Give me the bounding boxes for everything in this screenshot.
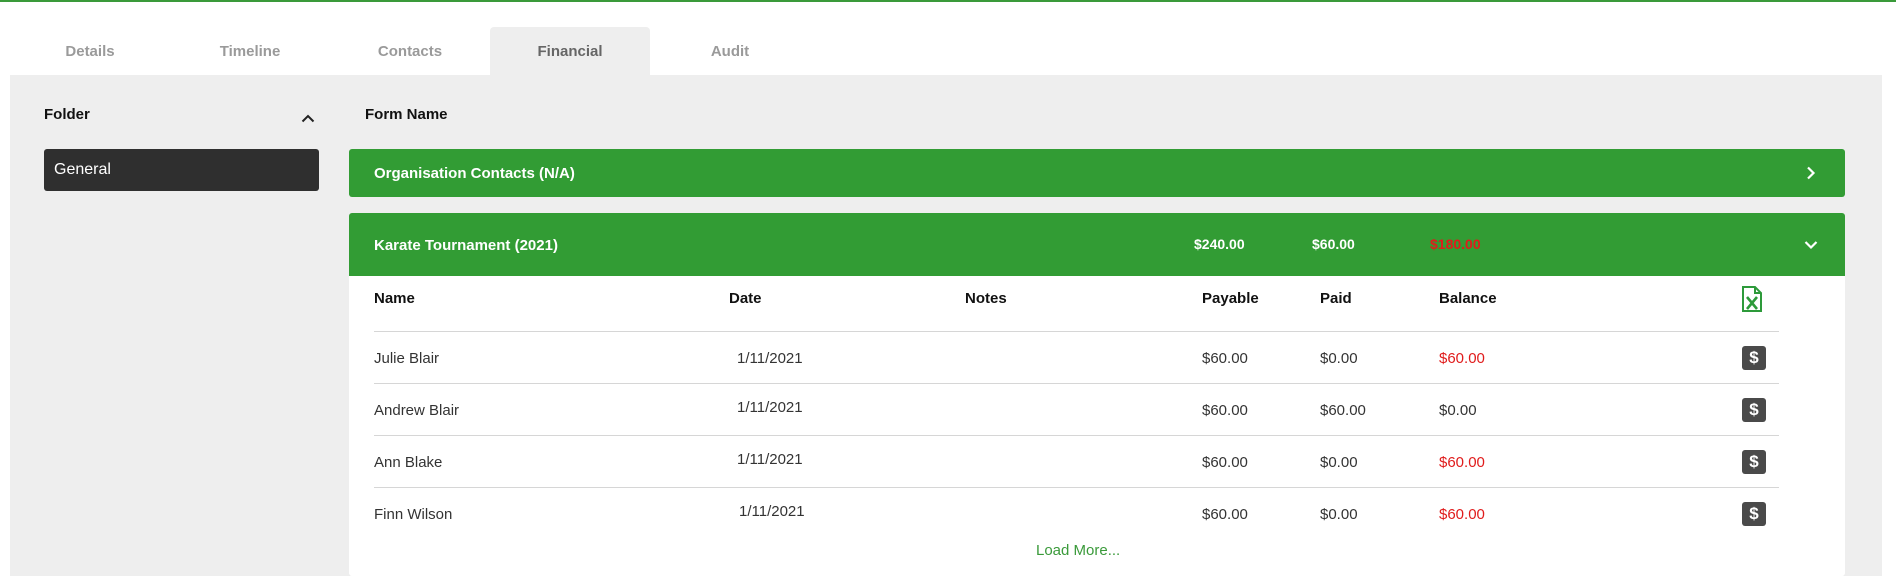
table-row: Ann Blake 1/11/2021 $60.00 $0.00 $60.00 … (349, 436, 1845, 488)
row-paid: $60.00 (1320, 402, 1366, 419)
row-payable: $60.00 (1202, 402, 1248, 419)
row-balance: $60.00 (1439, 506, 1485, 523)
row-date: 1/11/2021 (737, 451, 803, 468)
form-karate-tournament[interactable]: Karate Tournament (2021) $240.00 $60.00 … (349, 213, 1845, 276)
row-payable: $60.00 (1202, 506, 1248, 523)
folder-item-general[interactable]: General (44, 149, 319, 191)
table-row: Julie Blair 1/11/2021 $60.00 $0.00 $60.0… (349, 332, 1845, 384)
row-payable: $60.00 (1202, 454, 1248, 471)
row-date: 1/11/2021 (737, 399, 803, 416)
table-row: Andrew Blair 1/11/2021 $60.00 $60.00 $0.… (349, 384, 1845, 436)
form-total-payable: $240.00 (1194, 236, 1245, 252)
tab-bar: Details Timeline Contacts Financial Audi… (10, 27, 810, 75)
form-total-balance: $180.00 (1430, 236, 1481, 252)
dollar-icon[interactable]: $ (1742, 502, 1766, 526)
column-header-name: Name (374, 290, 415, 307)
folder-item-label: General (54, 161, 111, 178)
row-name: Julie Blair (374, 350, 440, 367)
tab-financial[interactable]: Financial (490, 27, 650, 75)
dollar-icon[interactable]: $ (1742, 450, 1766, 474)
load-more-link[interactable]: Load More... (1036, 542, 1120, 559)
row-date: 1/11/2021 (739, 503, 805, 520)
row-balance: $60.00 (1439, 454, 1485, 471)
chevron-down-icon[interactable] (1801, 235, 1821, 255)
row-date: 1/11/2021 (737, 350, 803, 367)
folder-title: Folder (44, 106, 90, 123)
form-title: Karate Tournament (2021) (374, 237, 558, 254)
row-name: Andrew Blair (374, 402, 460, 419)
row-paid: $0.00 (1320, 506, 1358, 523)
column-header-balance: Balance (1439, 290, 1497, 307)
payments-table: Name Date Notes Payable Paid Balance Jul… (349, 276, 1845, 576)
row-payable: $60.00 (1202, 350, 1248, 367)
column-header-date: Date (729, 290, 762, 307)
table-row: Finn Wilson 1/11/2021 $60.00 $0.00 $60.0… (349, 488, 1845, 540)
folder-header: Folder (44, 106, 318, 130)
row-balance: $60.00 (1439, 350, 1485, 367)
column-header-notes: Notes (965, 290, 1007, 307)
chevron-right-icon[interactable] (1801, 163, 1821, 183)
top-accent-line (0, 0, 1896, 2)
chevron-up-icon[interactable] (298, 108, 318, 128)
row-paid: $0.00 (1320, 454, 1358, 471)
column-header-payable: Payable (1202, 290, 1259, 307)
form-title: Organisation Contacts (N/A) (374, 165, 575, 182)
form-total-paid: $60.00 (1312, 236, 1355, 252)
tab-details[interactable]: Details (10, 27, 170, 75)
row-paid: $0.00 (1320, 350, 1358, 367)
financial-panel: Folder General Form Name Organisation Co… (10, 75, 1882, 576)
tab-timeline[interactable]: Timeline (170, 27, 330, 75)
tab-audit[interactable]: Audit (650, 27, 810, 75)
tab-contacts[interactable]: Contacts (330, 27, 490, 75)
form-organisation-contacts[interactable]: Organisation Contacts (N/A) (349, 149, 1845, 197)
dollar-icon[interactable]: $ (1742, 346, 1766, 370)
row-name: Ann Blake (374, 454, 443, 471)
column-header-paid: Paid (1320, 290, 1352, 307)
row-name: Finn Wilson (374, 506, 453, 523)
dollar-icon[interactable]: $ (1742, 398, 1766, 422)
row-balance: $0.00 (1439, 402, 1477, 419)
excel-icon[interactable] (1742, 286, 1762, 312)
form-name-header: Form Name (365, 106, 448, 123)
